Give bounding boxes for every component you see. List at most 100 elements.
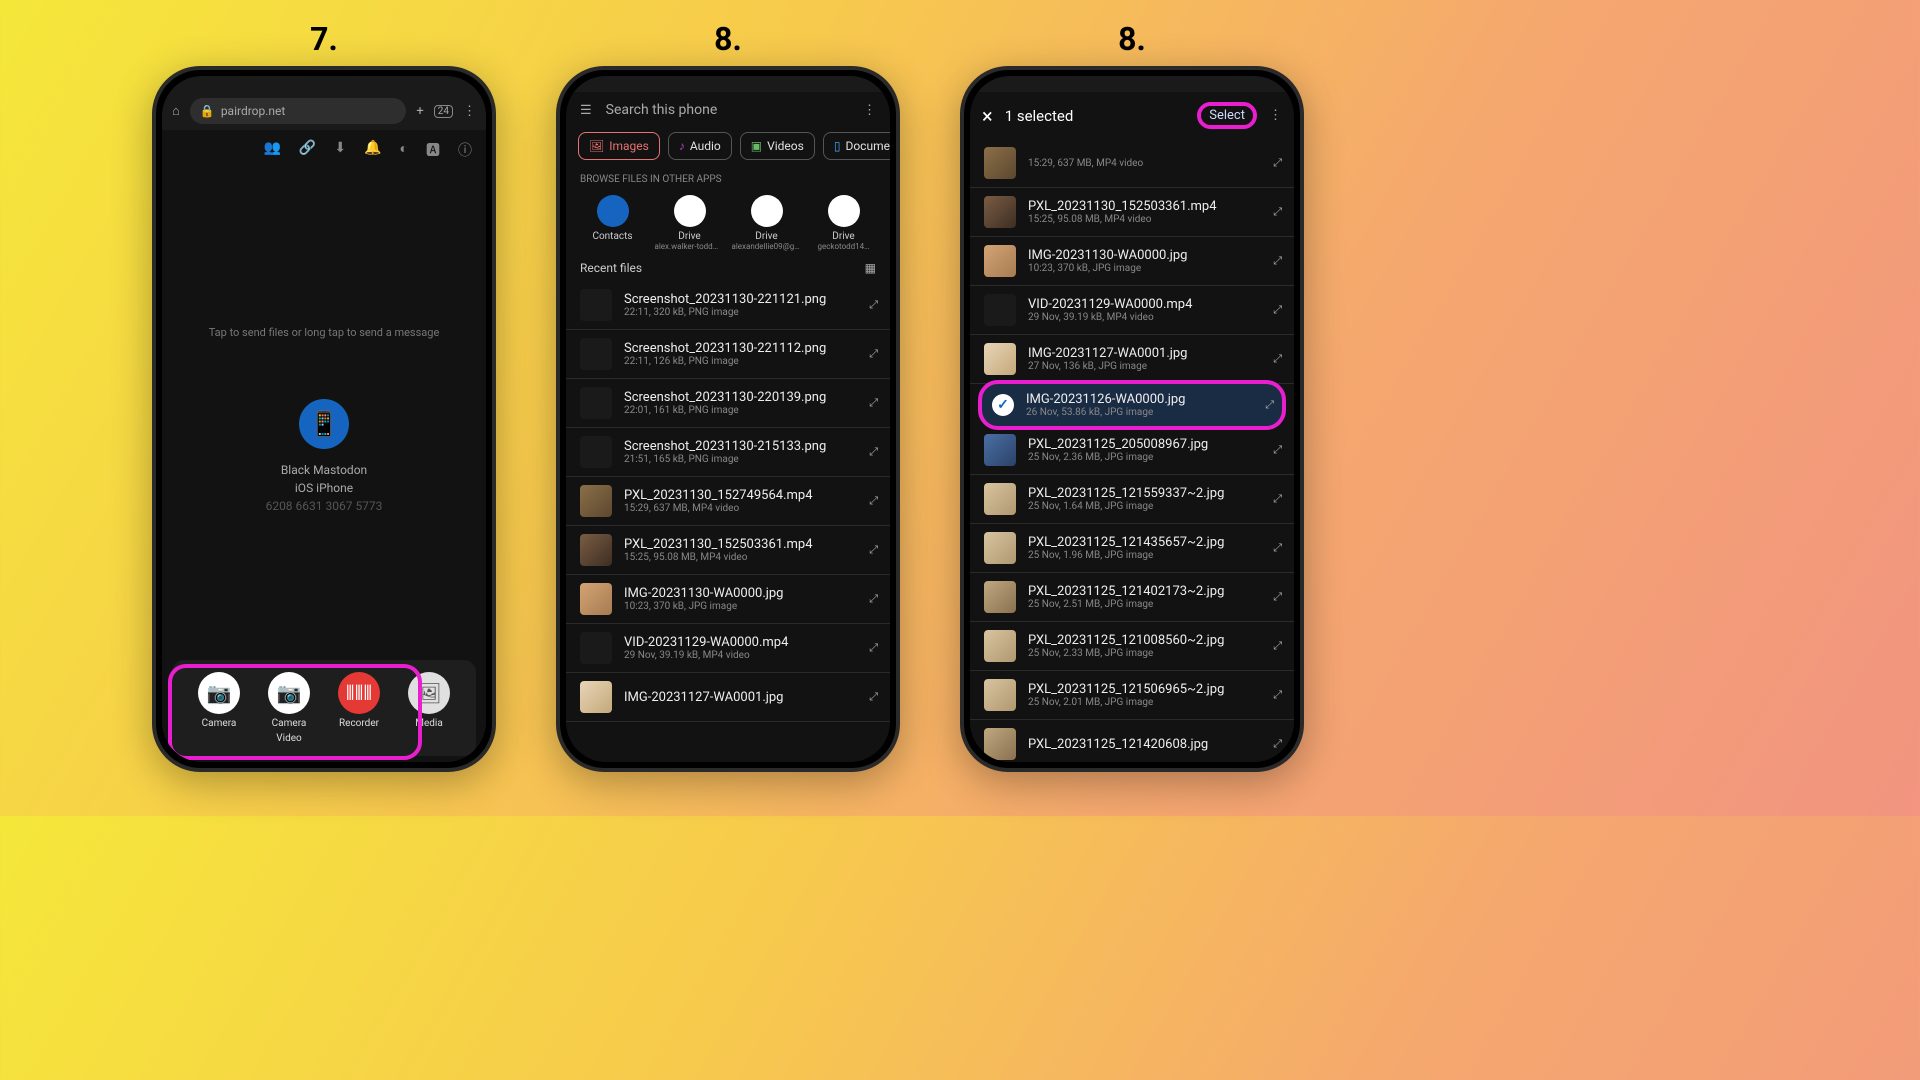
filter-videos[interactable]: ▣Videos	[740, 132, 815, 160]
url-bar[interactable]: 🔒 pairdrop.net	[190, 98, 407, 124]
file-name: PXL_20231130_152503361.mp4	[1028, 199, 1261, 214]
media-button[interactable]: 🖼 Media	[408, 672, 450, 744]
status-bar	[566, 76, 890, 92]
file-thumbnail	[984, 196, 1016, 228]
filter-audio[interactable]: ♪Audio	[668, 132, 732, 160]
home-icon[interactable]: ⌂	[172, 103, 180, 119]
device-info: Black Mastodon iOS iPhone 6208 6631 3067…	[266, 461, 383, 515]
music-icon: ♪	[679, 139, 685, 153]
file-row[interactable]: PXL_20231130_152749564.mp415:29, 637 MB,…	[566, 477, 890, 526]
app-drive-1[interactable]: Drivealex.walker-todd@f…	[655, 195, 725, 251]
expand-icon[interactable]: ⤢	[869, 592, 876, 606]
file-row[interactable]: PXL_20231125_121559337~2.jpg25 Nov, 1.64…	[970, 475, 1294, 524]
file-row[interactable]: IMG-20231127-WA0001.jpg⤢	[566, 673, 890, 722]
search-input[interactable]: Search this phone	[606, 102, 849, 118]
link-icon[interactable]: 🔗	[299, 140, 316, 160]
expand-icon[interactable]: ⤢	[1265, 398, 1272, 412]
info-icon[interactable]: ⓘ	[458, 140, 472, 160]
bell-icon[interactable]: 🔔	[364, 140, 381, 160]
recorder-button[interactable]: ⦀⦀⦀ Recorder	[338, 672, 380, 744]
close-icon[interactable]: ×	[982, 104, 993, 128]
file-row[interactable]: PXL_20231125_121420608.jpg⤢	[970, 720, 1294, 762]
file-name: IMG-20231130-WA0000.jpg	[1028, 248, 1261, 263]
tab-count[interactable]: 24	[434, 105, 453, 118]
file-row[interactable]: IMG-20231130-WA0000.jpg10:23, 370 kB, JP…	[970, 237, 1294, 286]
expand-icon[interactable]: ⤢	[1273, 443, 1280, 457]
image-icon: 🖼	[589, 139, 604, 153]
camera-button[interactable]: 📷 Camera	[198, 672, 240, 744]
file-row[interactable]: IMG-20231127-WA0001.jpg27 Nov, 136 kB, J…	[970, 335, 1294, 384]
file-name: Screenshot_20231130-215133.png	[624, 439, 857, 454]
expand-icon[interactable]: ⤢	[869, 396, 876, 410]
other-apps-row: Contacts Drivealex.walker-todd@f… Drivea…	[566, 191, 890, 255]
expand-icon[interactable]: ⤢	[1273, 688, 1280, 702]
expand-icon[interactable]: ⤢	[869, 641, 876, 655]
file-row[interactable]: Screenshot_20231130-221121.png22:11, 320…	[566, 281, 890, 330]
app-contacts[interactable]: Contacts	[578, 195, 648, 251]
expand-icon[interactable]: ⤢	[869, 543, 876, 557]
video-icon: ▣	[751, 139, 762, 153]
people-icon[interactable]: 👥	[263, 140, 280, 160]
device-avatar[interactable]: 📱	[299, 399, 349, 449]
filter-documents[interactable]: ▯Documents	[823, 132, 890, 160]
expand-icon[interactable]: ⤢	[1273, 541, 1280, 555]
expand-icon[interactable]: ⤢	[1273, 303, 1280, 317]
file-meta: 15:25, 95.08 MB, MP4 video	[624, 552, 857, 563]
file-row[interactable]: PXL_20231130_152503361.mp415:25, 95.08 M…	[970, 188, 1294, 237]
camera-video-button[interactable]: 📷 Camera Video	[268, 672, 310, 744]
file-meta: 25 Nov, 2.51 MB, JPG image	[1028, 599, 1261, 610]
translate-icon[interactable]: 🅰	[426, 140, 440, 160]
file-row[interactable]: IMG-20231130-WA0000.jpg10:23, 370 kB, JP…	[566, 575, 890, 624]
expand-icon[interactable]: ⤢	[869, 347, 876, 361]
expand-icon[interactable]: ⤢	[869, 690, 876, 704]
expand-icon[interactable]: ⤢	[869, 298, 876, 312]
file-row[interactable]: PXL_20231125_121402173~2.jpg25 Nov, 2.51…	[970, 573, 1294, 622]
file-row[interactable]: PXL_20231125_205008967.jpg25 Nov, 2.36 M…	[970, 426, 1294, 475]
menu-icon[interactable]: ⋮	[1269, 108, 1282, 123]
select-button[interactable]: Select	[1197, 102, 1257, 129]
step-number: 7.	[310, 20, 338, 58]
file-row[interactable]: Screenshot_20231130-220139.png22:01, 161…	[566, 379, 890, 428]
file-thumbnail	[580, 338, 612, 370]
expand-icon[interactable]: ⤢	[869, 494, 876, 508]
file-meta: 26 Nov, 53.86 kB, JPG image	[1026, 407, 1253, 418]
file-row[interactable]: PXL_20231130_152503361.mp415:25, 95.08 M…	[566, 526, 890, 575]
expand-icon[interactable]: ⤢	[1273, 639, 1280, 653]
file-meta: 25 Nov, 2.33 MB, JPG image	[1028, 648, 1261, 659]
file-row[interactable]: PXL_20231125_121506965~2.jpg25 Nov, 2.01…	[970, 671, 1294, 720]
contrast-icon[interactable]: ◐	[400, 140, 408, 160]
filter-images[interactable]: 🖼Images	[578, 132, 660, 160]
file-row[interactable]: Screenshot_20231130-221112.png22:11, 126…	[566, 330, 890, 379]
expand-icon[interactable]: ⤢	[1273, 205, 1280, 219]
expand-icon[interactable]: ⤢	[869, 445, 876, 459]
expand-icon[interactable]: ⤢	[1273, 254, 1280, 268]
expand-icon[interactable]: ⤢	[1273, 492, 1280, 506]
new-tab-icon[interactable]: +	[416, 104, 423, 119]
file-row[interactable]: PXL_20231125_121435657~2.jpg25 Nov, 1.96…	[970, 524, 1294, 573]
file-row[interactable]: VID-20231129-WA0000.mp429 Nov, 39.19 kB,…	[970, 286, 1294, 335]
expand-icon[interactable]: ⤢	[1273, 737, 1280, 751]
file-thumbnail	[984, 630, 1016, 662]
app-drive-2[interactable]: Drivealexandellie09@gm…	[732, 195, 802, 251]
pairdrop-main: Tap to send files or long tap to send a …	[162, 170, 486, 670]
file-list: 15:29, 637 MB, MP4 video⤢PXL_20231130_15…	[970, 139, 1294, 762]
install-icon[interactable]: ⬇	[334, 140, 346, 160]
grid-view-icon[interactable]: ▦	[865, 261, 876, 275]
expand-icon[interactable]: ⤢	[1273, 590, 1280, 604]
file-row[interactable]: ✓IMG-20231126-WA0000.jpg26 Nov, 53.86 kB…	[978, 380, 1286, 430]
phone-icon: 📱	[309, 410, 339, 438]
browse-label: BROWSE FILES IN OTHER APPS	[566, 164, 890, 191]
file-row[interactable]: PXL_20231125_121008560~2.jpg25 Nov, 2.33…	[970, 622, 1294, 671]
menu-icon[interactable]: ⋮	[463, 104, 476, 119]
hamburger-icon[interactable]: ☰	[580, 103, 592, 118]
expand-icon[interactable]: ⤢	[1273, 352, 1280, 366]
expand-icon[interactable]: ⤢	[1273, 156, 1280, 170]
app-drive-3[interactable]: Drivegeckotodd14…	[809, 195, 879, 251]
file-row[interactable]: 15:29, 637 MB, MP4 video⤢	[970, 139, 1294, 188]
file-row[interactable]: VID-20231129-WA0000.mp429 Nov, 39.19 kB,…	[566, 624, 890, 673]
file-row[interactable]: Screenshot_20231130-215133.png21:51, 165…	[566, 428, 890, 477]
page-action-row: 👥 🔗 ⬇ 🔔 ◐ 🅰 ⓘ	[162, 130, 486, 170]
menu-icon[interactable]: ⋮	[863, 103, 876, 118]
phone-frame-8a: ☰ Search this phone ⋮ 🖼Images ♪Audio ▣Vi…	[556, 66, 900, 772]
file-meta: 25 Nov, 1.96 MB, JPG image	[1028, 550, 1261, 561]
